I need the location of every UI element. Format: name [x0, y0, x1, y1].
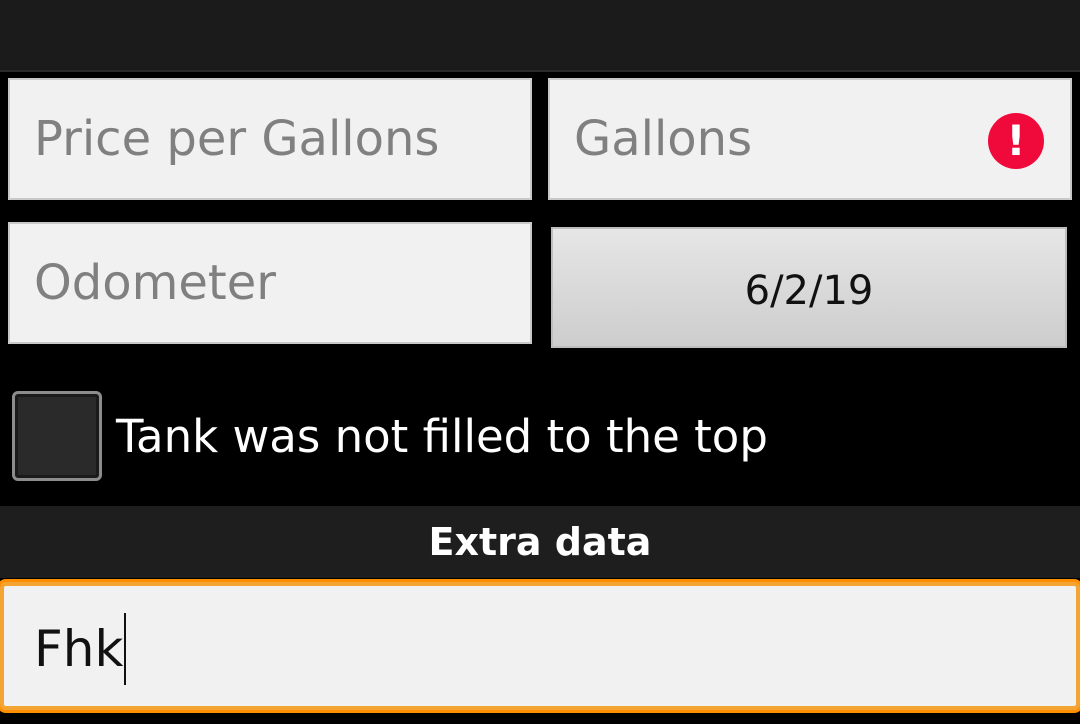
- error-exclamation-icon[interactable]: !: [988, 113, 1044, 169]
- extra-data-input[interactable]: Fhk: [0, 582, 1080, 710]
- top-bar: [0, 0, 1080, 72]
- price-per-gallon-input[interactable]: Price per Gallons: [8, 78, 532, 200]
- price-per-gallon-placeholder: Price per Gallons: [34, 111, 440, 167]
- partial-fill-label[interactable]: Tank was not filled to the top: [116, 410, 768, 463]
- partial-fill-row[interactable]: Tank was not filled to the top: [12, 390, 768, 482]
- odometer-input[interactable]: Odometer: [8, 222, 532, 344]
- extra-data-header: Extra data: [0, 506, 1080, 578]
- fuel-entry-screen: Price per Gallons Gallons ! Odometer 6/2…: [0, 0, 1080, 724]
- text-caret: [124, 613, 127, 685]
- gallons-input[interactable]: Gallons !: [548, 78, 1072, 200]
- odometer-placeholder: Odometer: [34, 255, 276, 311]
- gallons-placeholder: Gallons: [574, 111, 753, 167]
- date-picker-button[interactable]: 6/2/19: [551, 227, 1067, 348]
- partial-fill-checkbox[interactable]: [12, 391, 102, 481]
- extra-data-value: Fhk: [34, 620, 124, 678]
